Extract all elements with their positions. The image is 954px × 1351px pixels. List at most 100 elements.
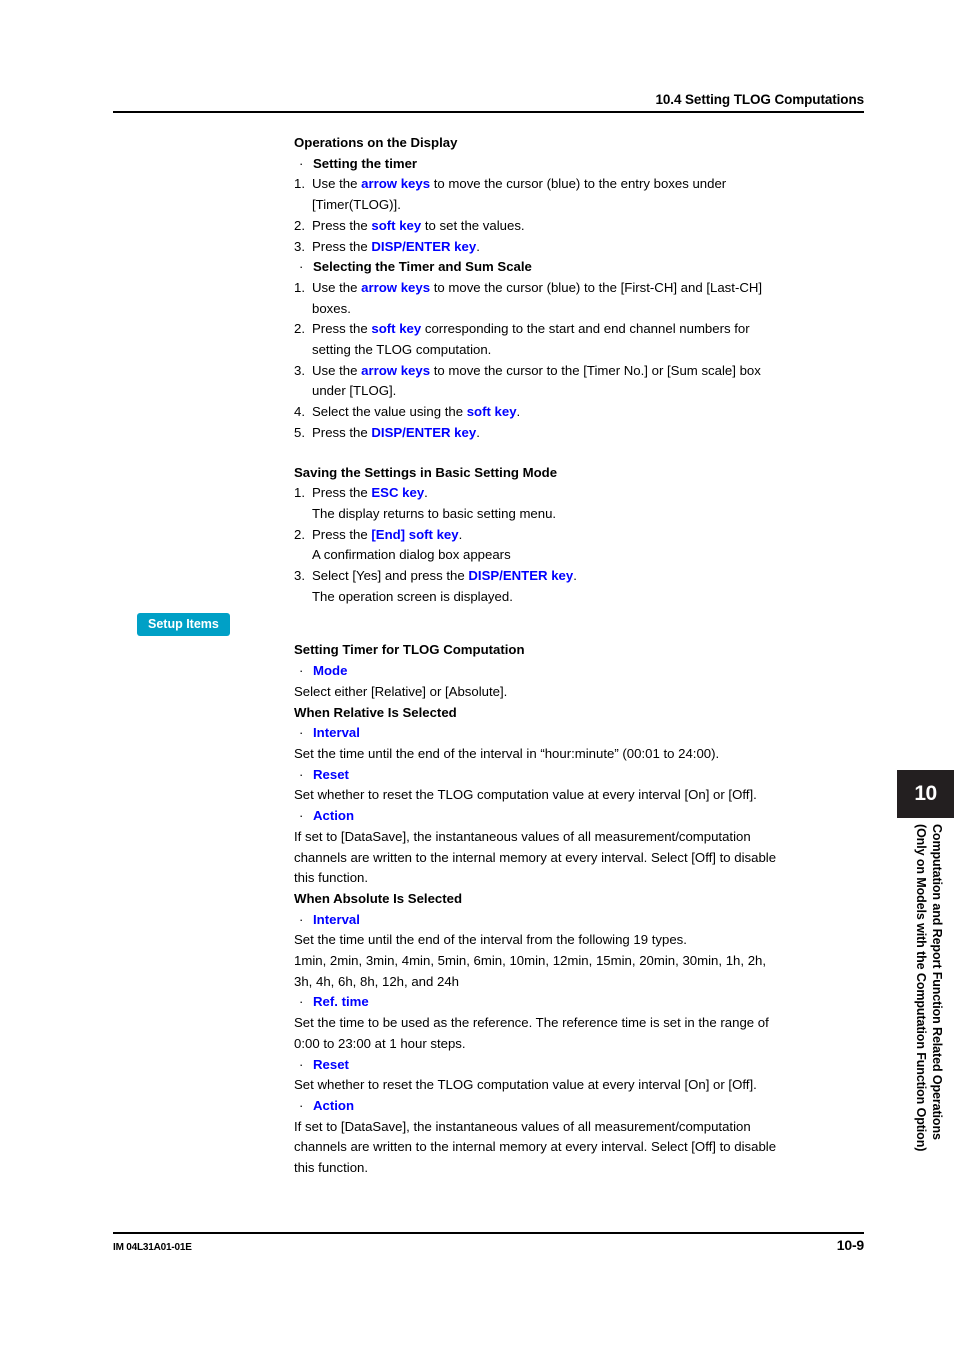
description-line: channels are written to the internal mem… [294, 1139, 777, 1155]
step-text-part: Press the [312, 526, 372, 542]
heading-when-relative: When Relative Is Selected [294, 704, 457, 720]
step-number: 1. [294, 279, 305, 295]
bullet-dot-icon: · [299, 259, 304, 275]
step-text: Select the value using the soft key. [312, 402, 864, 423]
description-line: Set the time until the end of the interv… [294, 932, 687, 948]
item-description: Set the time until the end of the interv… [294, 930, 864, 992]
step-text-part: . [573, 568, 577, 584]
step-continuation: under [TLOG]. [312, 383, 397, 399]
item-description: Set whether to reset the TLOG computatio… [294, 1075, 864, 1096]
step-text-part: Press the [312, 485, 372, 501]
chapter-side-tab: 10 Computation and Report Function Relat… [897, 770, 954, 1151]
steps-setting-the-timer: 1. Use the arrow keys to move the cursor… [294, 174, 864, 257]
step-text: Press the DISP/ENTER key. [312, 423, 864, 444]
item-label: Interval [313, 725, 360, 741]
bullet-dot-icon: · [299, 663, 304, 679]
item-description: If set to [DataSave], the instantaneous … [294, 1117, 864, 1179]
bullet-dot-icon: · [299, 1097, 304, 1113]
bullet-dot-icon: · [299, 766, 304, 782]
step-text-part: to set the values. [421, 217, 525, 233]
step-continuation: The operation screen is displayed. [312, 588, 513, 604]
bullet-dot-icon: · [299, 725, 304, 741]
step-text-part: Use the [312, 362, 362, 378]
bullet-dot-icon: · [299, 911, 304, 927]
item-relative-reset: · Reset [294, 765, 864, 786]
step-number: 2. [294, 217, 305, 233]
step-text: Use the arrow keys to move the cursor to… [312, 361, 864, 382]
description-line: Set the time to be used as the reference… [294, 1015, 769, 1031]
step-text-part: Press the [312, 217, 372, 233]
step-text: Use the arrow keys to move the cursor (b… [312, 174, 864, 195]
subheading-label: Selecting the Timer and Sum Scale [313, 259, 532, 275]
document-code: IM 04L31A01-01E [113, 1242, 192, 1253]
description-line: Set whether to reset the TLOG computatio… [294, 787, 757, 803]
steps-selecting-timer-sum-scale: 1. Use the arrow keys to move the cursor… [294, 278, 864, 444]
step-text-part: Press the [312, 321, 372, 337]
step-text: Press the soft key corresponding to the … [312, 319, 864, 340]
list-item: 2. Press the soft key corresponding to t… [294, 319, 864, 340]
step-text-part: . [424, 485, 428, 501]
subheading-selecting-timer-sum-scale: · Selecting the Timer and Sum Scale [294, 257, 864, 278]
item-absolute-action: · Action [294, 1096, 864, 1117]
list-item: 3. Press the DISP/ENTER key. [294, 237, 864, 258]
item-mode: · Mode [294, 661, 864, 682]
step-text-part: . [476, 238, 480, 254]
description-line: channels are written to the internal mem… [294, 849, 777, 865]
item-absolute-reset: · Reset [294, 1055, 864, 1076]
description-line: If set to [DataSave], the instantaneous … [294, 828, 751, 844]
bullet-dot-icon: · [299, 1056, 304, 1072]
step-number: 3. [294, 362, 305, 378]
page-header: 10.4 Setting TLOG Computations [113, 92, 864, 113]
step-text-part: . [476, 424, 480, 440]
page-footer: IM 04L31A01-01E 10-9 [113, 1232, 864, 1253]
heading-operations: Operations on the Display [294, 135, 458, 150]
step-text-part: to move the cursor (blue) to the entry b… [430, 176, 727, 192]
chapter-title-line-1: Computation and Report Function Related … [930, 824, 944, 1140]
bullet-dot-icon: · [299, 155, 304, 171]
step-number: 3. [294, 568, 305, 584]
step-text-part: . [516, 404, 521, 420]
bullet-dot-icon: · [299, 994, 304, 1010]
step-text-part: Use the [312, 176, 362, 192]
item-relative-action: · Action [294, 806, 864, 827]
list-item: 1. Use the arrow keys to move the cursor… [294, 174, 864, 195]
step-continuation: A confirmation dialog box appears [312, 547, 511, 563]
step-text-part: Press the [312, 424, 372, 440]
item-absolute-interval: · Interval [294, 910, 864, 931]
step-text: Press the [End] soft key. [312, 525, 864, 546]
chapter-title-vertical: Computation and Report Function Related … [897, 824, 954, 1244]
step-text-part: Use the [312, 279, 362, 295]
step-text-part: . [458, 526, 463, 542]
list-item: 3. Select [Yes] and press the DISP/ENTER… [294, 566, 864, 587]
header-divider [113, 111, 864, 113]
list-item: 1. Press the ESC key. [294, 483, 864, 504]
item-label: Interval [313, 911, 360, 927]
heading-when-absolute: When Absolute Is Selected [294, 890, 463, 906]
step-text-keyword: DISP/ENTER key [371, 424, 477, 440]
item-label: Reset [313, 766, 349, 782]
item-description: Set whether to reset the TLOG computatio… [294, 785, 864, 806]
step-number: 5. [294, 424, 305, 440]
step-text-keyword: soft key [371, 217, 422, 233]
item-label-mode: Mode [313, 663, 348, 679]
list-item: 5. Press the DISP/ENTER key. [294, 423, 864, 444]
step-number: 3. [294, 238, 305, 254]
chapter-title-line-2: (Only on Models with the Computation Fun… [914, 824, 929, 1152]
subheading-setting-the-timer: · Setting the timer [294, 154, 864, 175]
list-item: 3. Use the arrow keys to move the cursor… [294, 361, 864, 382]
step-text-part: Select [Yes] and press the [312, 568, 469, 584]
step-text: Select [Yes] and press the DISP/ENTER ke… [312, 566, 864, 587]
item-description: If set to [DataSave], the instantaneous … [294, 827, 864, 889]
description-line: 3h, 4h, 6h, 8h, 12h, and 24h [294, 973, 459, 989]
step-number: 2. [294, 321, 305, 337]
description-line: If set to [DataSave], the instantaneous … [294, 1118, 751, 1134]
step-text-keyword: soft key [371, 321, 422, 337]
item-relative-interval: · Interval [294, 723, 864, 744]
step-text-part: Press the [312, 238, 372, 254]
item-description: Set the time to be used as the reference… [294, 1013, 864, 1054]
step-text-keyword: arrow keys [361, 362, 431, 378]
subheading-label: Setting the timer [313, 155, 418, 171]
step-continuation: [Timer(TLOG)]. [312, 197, 401, 213]
step-text: Press the DISP/ENTER key. [312, 237, 864, 258]
heading-saving-settings: Saving the Settings in Basic Setting Mod… [294, 464, 558, 480]
